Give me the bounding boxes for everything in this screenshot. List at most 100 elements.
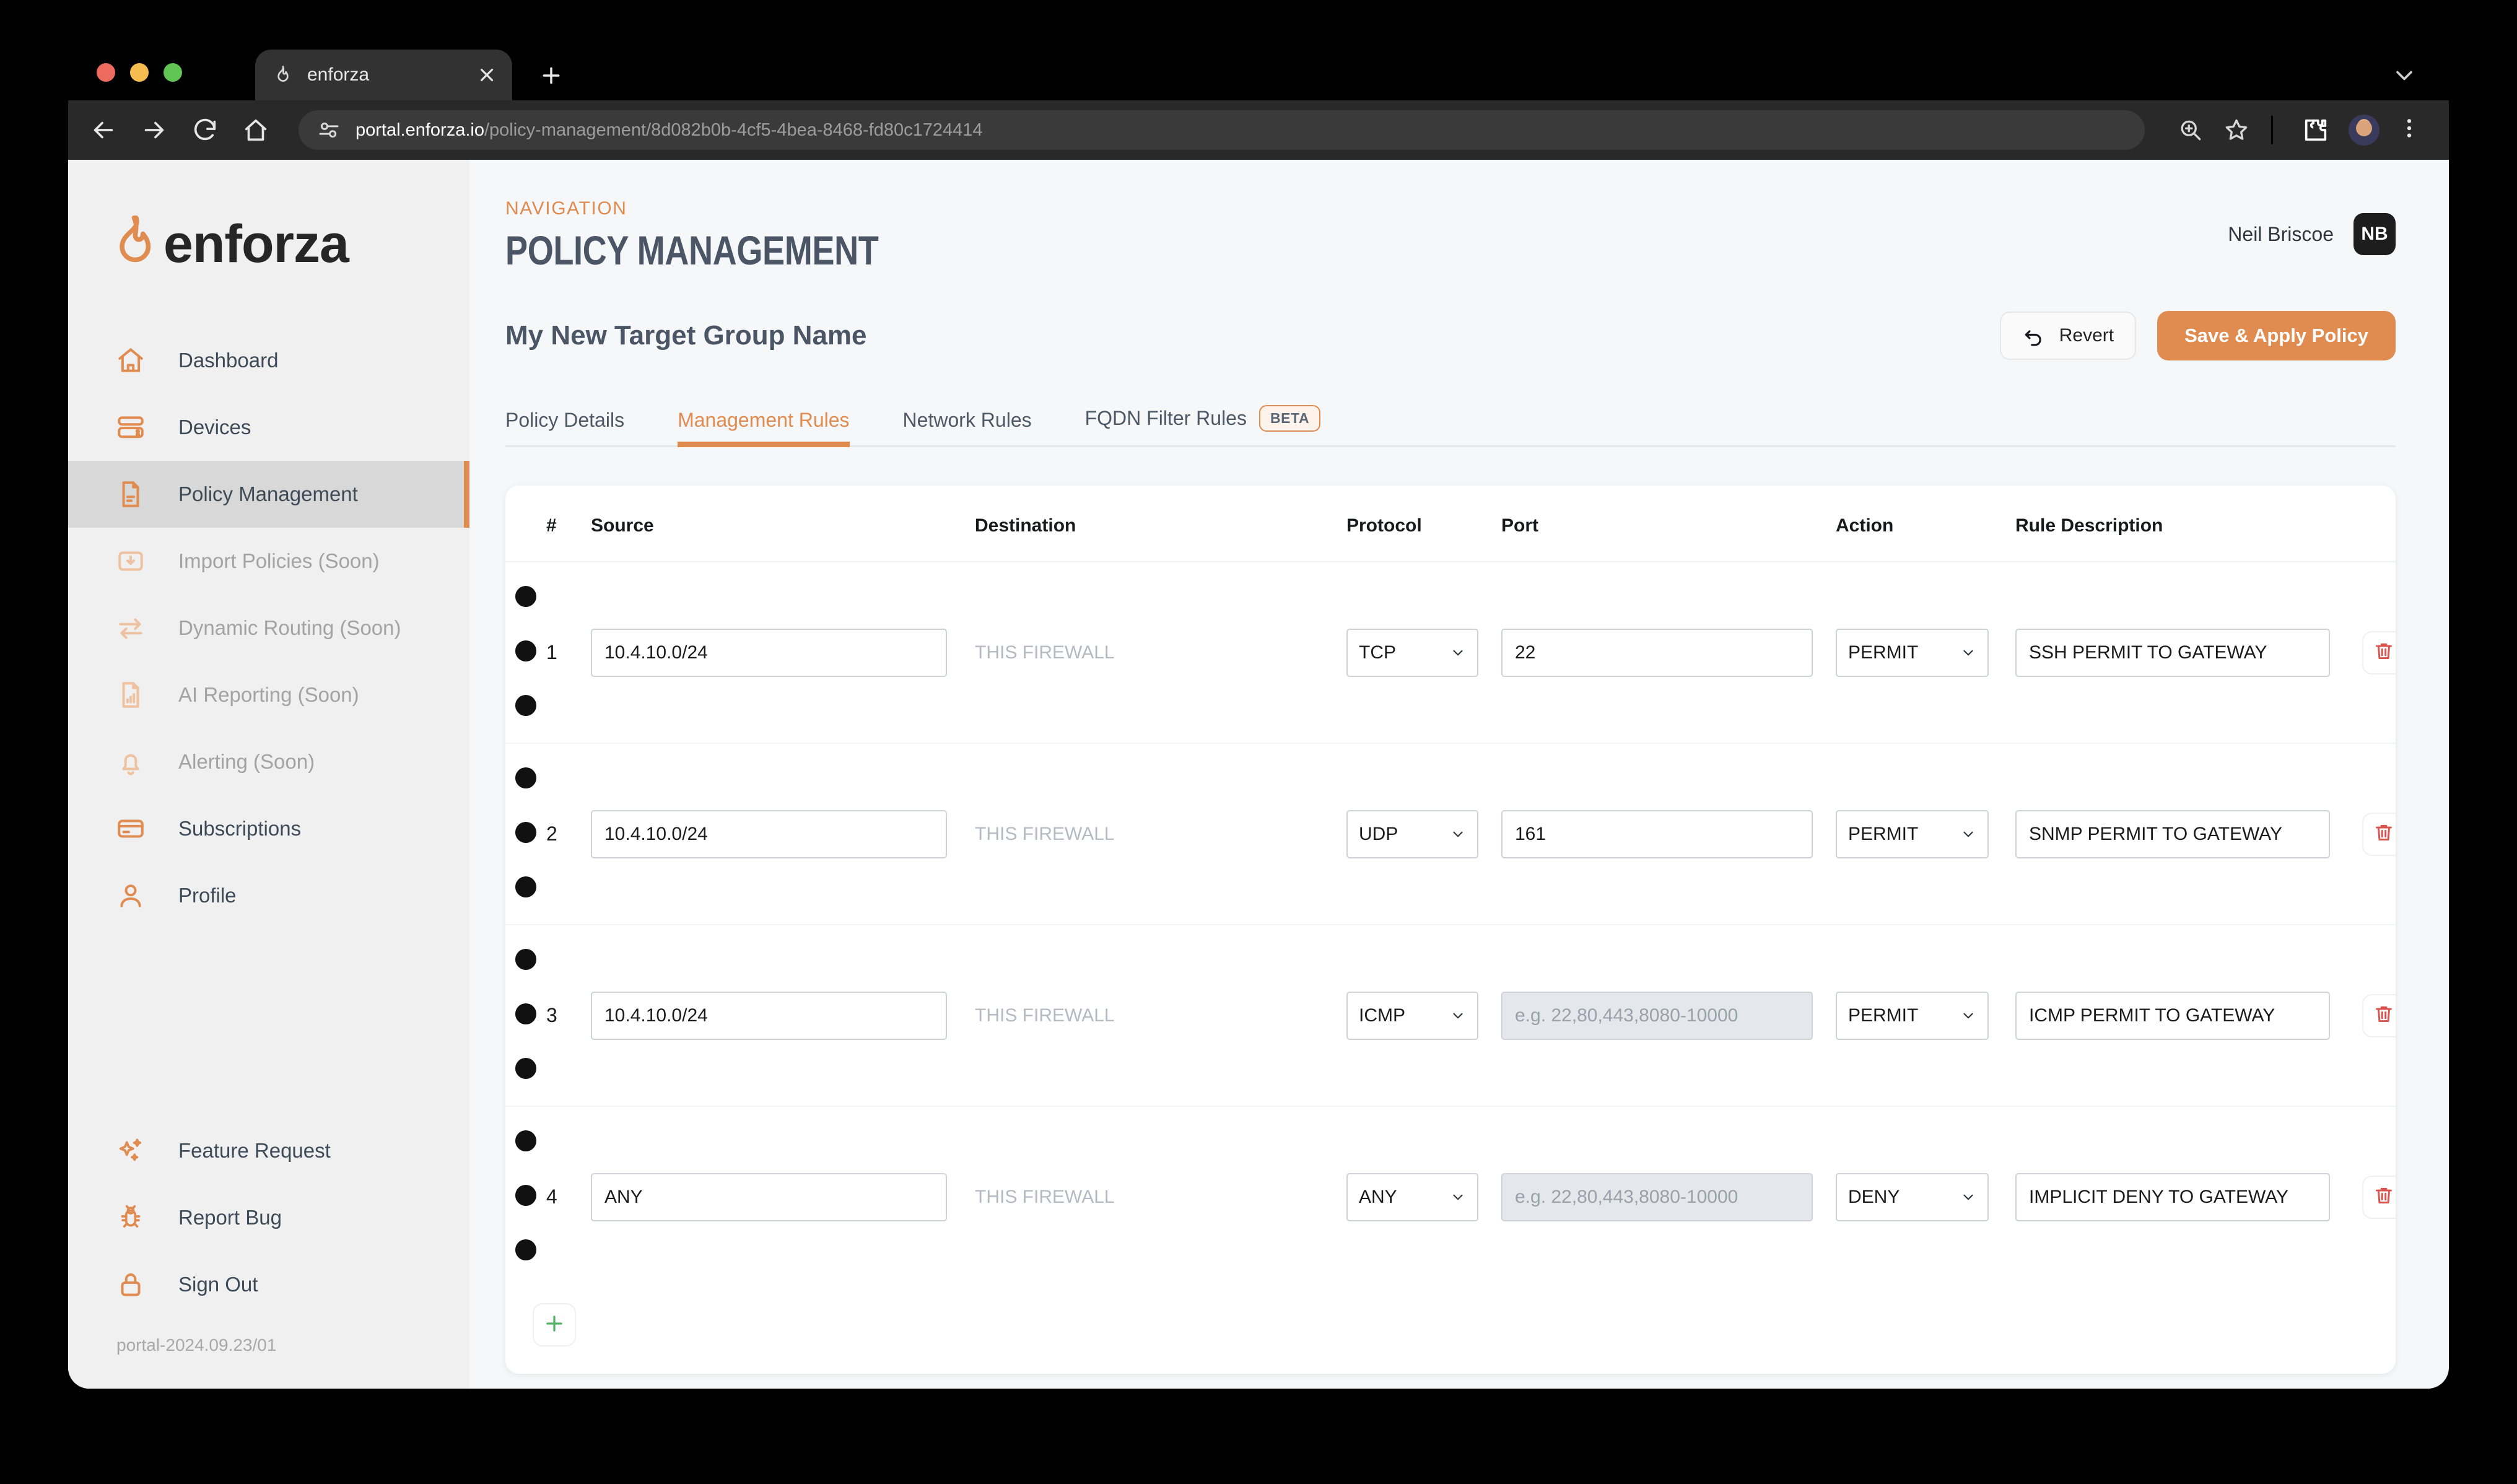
browser-tab[interactable]: enforza bbox=[255, 50, 512, 100]
sidebar-item-devices[interactable]: Devices bbox=[68, 394, 469, 461]
drag-handle-icon[interactable] bbox=[505, 767, 546, 910]
delete-rule-button[interactable] bbox=[2362, 993, 2396, 1037]
sidebar-item-dashboard[interactable]: Dashboard bbox=[68, 327, 469, 394]
row-drag-cell bbox=[505, 925, 546, 1107]
sidebar-item-subscriptions[interactable]: Subscriptions bbox=[68, 795, 469, 862]
rule-description-input[interactable] bbox=[2015, 628, 2330, 677]
description-cell bbox=[2015, 1106, 2362, 1287]
browser-window: enforza portal.enforza.io/policy-managem… bbox=[68, 38, 2449, 1389]
source-cell bbox=[591, 562, 975, 744]
trash-icon bbox=[2372, 821, 2396, 847]
tab-list-chevron-down-icon[interactable] bbox=[2391, 62, 2418, 89]
maximize-window-button[interactable] bbox=[164, 63, 182, 82]
delete-cell bbox=[2362, 562, 2396, 744]
puzzle-piece-icon[interactable] bbox=[2301, 116, 2330, 144]
column-header-rule-description: Rule Description bbox=[2015, 486, 2362, 562]
delete-rule-button[interactable] bbox=[2362, 1175, 2396, 1219]
star-icon[interactable] bbox=[2223, 116, 2250, 144]
sidebar-bottom-nav: Feature Request Report Bug Sign Out port… bbox=[68, 1117, 469, 1389]
protocol-cell: UDP bbox=[1346, 743, 1501, 925]
sidebar-item-policy-management[interactable]: Policy Management bbox=[68, 461, 469, 528]
close-icon[interactable] bbox=[476, 64, 497, 85]
drag-handle-icon[interactable] bbox=[505, 585, 546, 728]
minimize-window-button[interactable] bbox=[130, 63, 149, 82]
source-input[interactable] bbox=[591, 1172, 947, 1221]
action-select[interactable]: PERMIT bbox=[1836, 991, 1989, 1040]
sidebar-item-feature-request[interactable]: Feature Request bbox=[68, 1117, 469, 1184]
port-input[interactable] bbox=[1501, 810, 1813, 858]
avatar[interactable]: NB bbox=[2353, 213, 2396, 255]
protocol-cell: TCP bbox=[1346, 562, 1501, 744]
rule-description-input[interactable] bbox=[2015, 991, 2330, 1040]
close-window-button[interactable] bbox=[97, 63, 115, 82]
sidebar-item-report-bug[interactable]: Report Bug bbox=[68, 1184, 469, 1251]
reload-icon[interactable] bbox=[191, 116, 219, 144]
tab-label: FQDN Filter Rules bbox=[1084, 407, 1247, 429]
protocol-select[interactable]: UDP bbox=[1346, 810, 1478, 858]
sidebar-item-import-policies[interactable]: Import Policies (Soon) bbox=[68, 528, 469, 595]
forward-arrow-icon[interactable] bbox=[140, 116, 168, 144]
row-number: 4 bbox=[546, 1185, 557, 1208]
sidebar-item-label: Import Policies (Soon) bbox=[178, 549, 380, 572]
table-header-row: # Source Destination Protocol Port Actio… bbox=[505, 486, 2396, 562]
sidebar-item-label: Dashboard bbox=[178, 349, 279, 372]
flame-favicon-icon bbox=[273, 64, 294, 85]
protocol-select[interactable]: TCP bbox=[1346, 628, 1478, 677]
source-input[interactable] bbox=[591, 810, 947, 858]
sidebar-item-label: Alerting (Soon) bbox=[178, 750, 315, 773]
url-path: /policy-management/8d082b0b-4cf5-4bea-84… bbox=[484, 120, 983, 140]
column-header-action: Action bbox=[1836, 486, 2015, 562]
site-settings-icon[interactable] bbox=[316, 117, 342, 143]
protocol-select[interactable]: ANY bbox=[1346, 1172, 1478, 1221]
delete-rule-button[interactable] bbox=[2362, 631, 2396, 674]
destination-cell: THIS FIREWALL bbox=[975, 925, 1346, 1107]
revert-button[interactable]: Revert bbox=[1999, 312, 2137, 360]
action-select[interactable]: PERMIT bbox=[1836, 810, 1989, 858]
drag-handle-icon[interactable] bbox=[505, 1130, 546, 1273]
back-arrow-icon[interactable] bbox=[89, 116, 118, 144]
delete-rule-button[interactable] bbox=[2362, 812, 2396, 856]
source-input[interactable] bbox=[591, 991, 947, 1040]
tab-fqdn-filter-rules[interactable]: FQDN Filter Rules BETA bbox=[1085, 405, 1321, 445]
sidebar-item-profile[interactable]: Profile bbox=[68, 862, 469, 929]
sidebar-item-alerting[interactable]: Alerting (Soon) bbox=[68, 728, 469, 795]
address-bar[interactable]: portal.enforza.io/policy-management/8d08… bbox=[299, 110, 2145, 150]
protocol-cell: ANY bbox=[1346, 1106, 1501, 1287]
rule-description-input[interactable] bbox=[2015, 810, 2330, 858]
protocol-select[interactable]: ICMP bbox=[1346, 991, 1478, 1040]
url-text: portal.enforza.io/policy-management/8d08… bbox=[356, 120, 983, 141]
brand-logo[interactable]: enforza bbox=[68, 160, 469, 290]
action-select[interactable]: PERMIT bbox=[1836, 628, 1989, 677]
lock-icon bbox=[115, 1269, 146, 1300]
user-name: Neil Briscoe bbox=[2228, 222, 2334, 245]
zoom-search-icon[interactable] bbox=[2177, 116, 2204, 144]
action-select[interactable]: DENY bbox=[1836, 1172, 1989, 1221]
sidebar-item-dynamic-routing[interactable]: Dynamic Routing (Soon) bbox=[68, 595, 469, 661]
home-icon[interactable] bbox=[242, 116, 270, 144]
add-rule-button[interactable] bbox=[533, 1303, 576, 1347]
three-dot-menu-icon[interactable] bbox=[2397, 116, 2422, 144]
sparkles-icon bbox=[115, 1135, 146, 1166]
browser-profile-avatar[interactable] bbox=[2349, 115, 2380, 146]
port-cell: e.g. 22,80,443,8080-10000 bbox=[1501, 925, 1836, 1107]
trash-icon bbox=[2372, 639, 2396, 666]
drag-handle-icon[interactable] bbox=[505, 948, 546, 1091]
user-icon bbox=[115, 880, 146, 911]
rule-description-input[interactable] bbox=[2015, 1172, 2330, 1221]
sidebar-item-label: Report Bug bbox=[178, 1206, 282, 1229]
sidebar-item-ai-reporting[interactable]: AI Reporting (Soon) bbox=[68, 661, 469, 728]
port-input: e.g. 22,80,443,8080-10000 bbox=[1501, 1172, 1813, 1221]
user-chip[interactable]: Neil Briscoe NB bbox=[2228, 198, 2396, 255]
source-input[interactable] bbox=[591, 628, 947, 677]
tab-network-rules[interactable]: Network Rules bbox=[903, 409, 1032, 445]
port-input[interactable] bbox=[1501, 628, 1813, 677]
tab-policy-details[interactable]: Policy Details bbox=[505, 409, 624, 445]
rules-table-body: 1 THIS FIREWALL TCP PERMIT 2 THIS FIREWALL UDP… bbox=[505, 562, 2396, 1287]
new-tab-button[interactable] bbox=[539, 63, 564, 88]
tab-management-rules[interactable]: Management Rules bbox=[678, 409, 850, 447]
save-and-apply-policy-button[interactable]: Save & Apply Policy bbox=[2157, 311, 2396, 360]
tab-label: Policy Details bbox=[505, 409, 625, 431]
sidebar: enforza Dashboard Devices Policy Managem… bbox=[68, 160, 469, 1389]
description-cell bbox=[2015, 743, 2362, 925]
sidebar-item-sign-out[interactable]: Sign Out bbox=[68, 1251, 469, 1318]
